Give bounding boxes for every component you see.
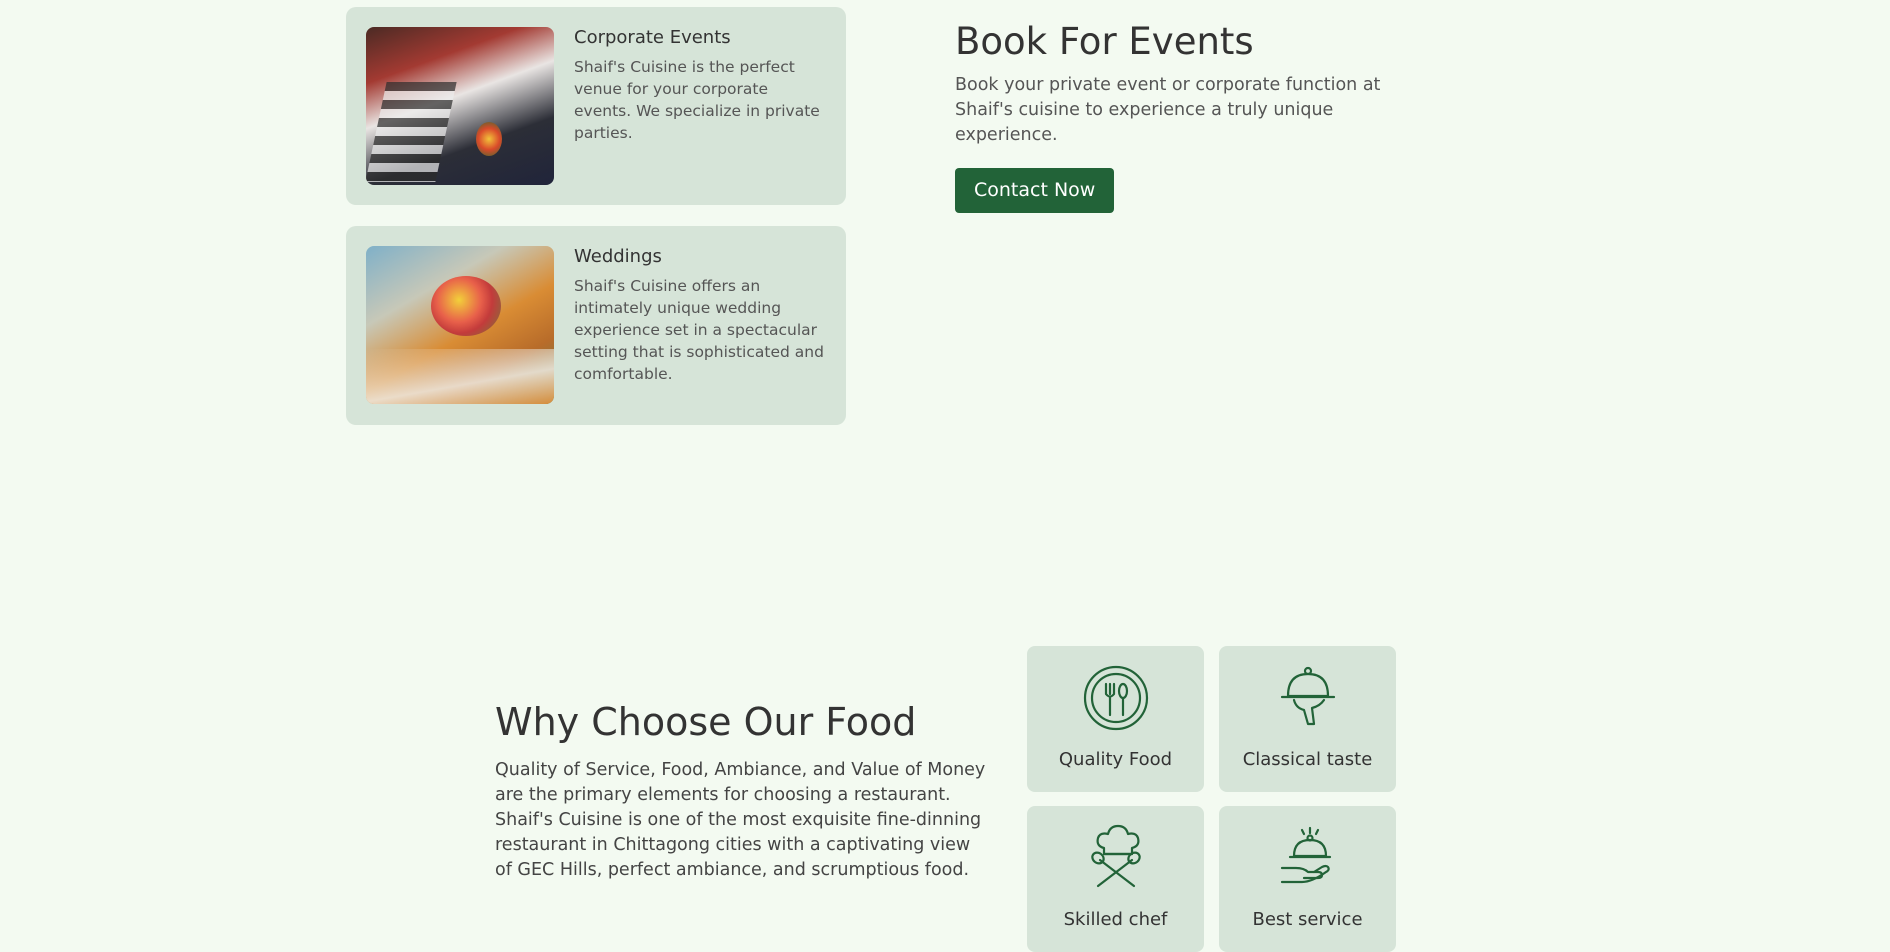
- why-description: Quality of Service, Food, Ambiance, and …: [495, 760, 986, 880]
- event-text: Corporate Events Shaif's Cuisine is the …: [574, 27, 826, 185]
- feature-label: Skilled chef: [1063, 909, 1168, 930]
- feature-label: Quality Food: [1058, 749, 1173, 770]
- feature-quality-food: Quality Food: [1027, 646, 1204, 792]
- event-text: Weddings Shaif's Cuisine offers an intim…: [574, 246, 826, 405]
- fork-spoon-plate-icon: [1082, 664, 1150, 736]
- serving-hand-icon: [1274, 824, 1342, 896]
- cloche-icon: [1274, 664, 1342, 736]
- book-events-section: Book For Events Book your private event …: [955, 20, 1435, 213]
- event-description: Shaif's Cuisine offers an intimately uni…: [574, 277, 824, 383]
- event-card-weddings: Weddings Shaif's Cuisine offers an intim…: [346, 226, 846, 425]
- event-title: Weddings: [574, 246, 662, 267]
- feature-label: Best service: [1252, 909, 1363, 930]
- wedding-event-photo: [366, 246, 554, 404]
- event-title: Corporate Events: [574, 27, 731, 48]
- feature-classical-taste: Classical taste: [1219, 646, 1396, 792]
- chef-hat-icon: [1082, 824, 1150, 896]
- corporate-event-photo: [366, 27, 554, 185]
- feature-best-service: Best service: [1219, 806, 1396, 952]
- event-description: Shaif's Cuisine is the perfect venue for…: [574, 58, 820, 142]
- why-title: Why Choose Our Food: [495, 700, 917, 744]
- contact-now-button[interactable]: Contact Now: [955, 168, 1115, 213]
- why-choose-section: Why Choose Our Food Quality of Service, …: [495, 700, 995, 883]
- book-description: Book your private event or corporate fun…: [955, 75, 1381, 145]
- event-card-corporate: Corporate Events Shaif's Cuisine is the …: [346, 7, 846, 205]
- book-title: Book For Events: [955, 20, 1254, 63]
- feature-skilled-chef: Skilled chef: [1027, 806, 1204, 952]
- feature-label: Classical taste: [1242, 749, 1373, 770]
